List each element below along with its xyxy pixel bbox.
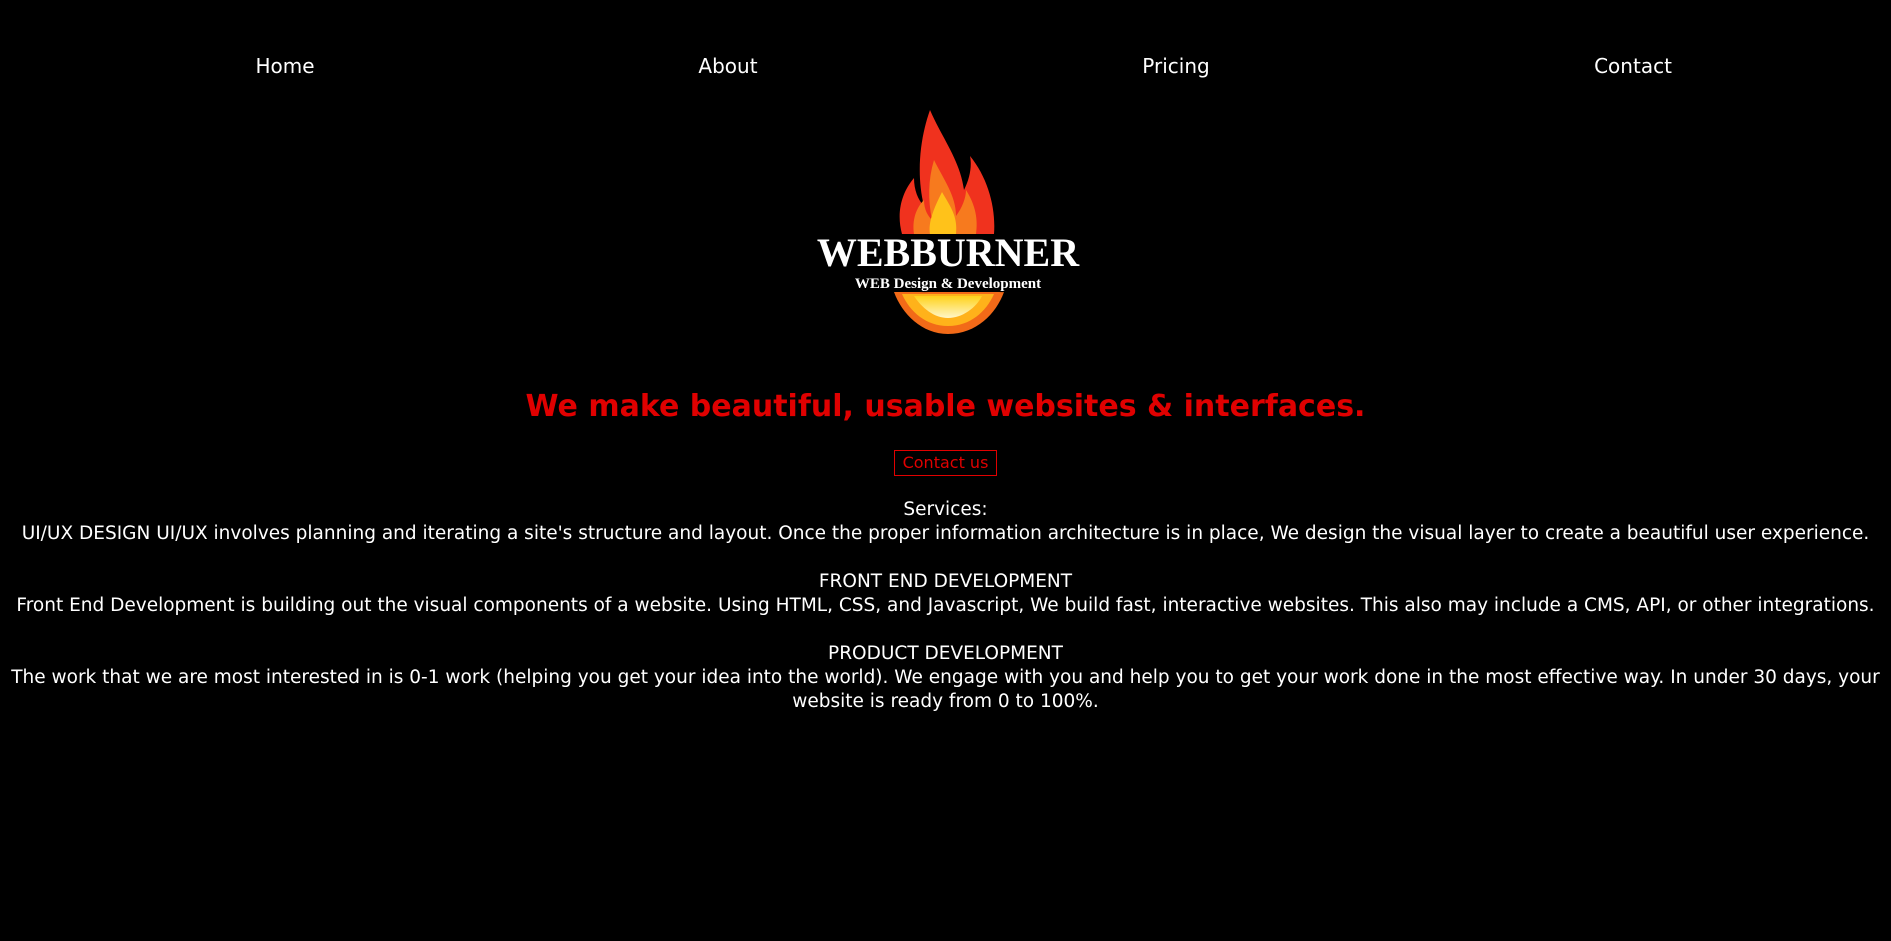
- hero-headline: We make beautiful, usable websites & int…: [525, 389, 1366, 424]
- service-title: UI/UX DESIGN: [21, 523, 151, 544]
- service-title: PRODUCT DEVELOPMENT: [828, 643, 1063, 664]
- service-description: The work that we are most interested in …: [11, 667, 1880, 712]
- contact-us-button[interactable]: Contact us: [893, 450, 998, 476]
- services-heading: Services:: [903, 499, 988, 520]
- service-item: UI/UX DESIGN UI/UX involves planning and…: [8, 522, 1883, 546]
- services-section: Services: UI/UX DESIGN UI/UX involves pl…: [8, 498, 1883, 714]
- webburner-logo: WEBBURNER WEB Design & Development: [810, 108, 1086, 336]
- nav-pricing-link[interactable]: Pricing: [1142, 52, 1209, 80]
- nav-home-link[interactable]: Home: [255, 52, 314, 80]
- service-description: Front End Development is building out th…: [16, 595, 1875, 616]
- flame-icon: [894, 110, 1004, 334]
- service-description: UI/UX involves planning and iterating a …: [156, 523, 1870, 544]
- service-title: FRONT END DEVELOPMENT: [818, 571, 1073, 592]
- logo-tagline: WEB Design & Development: [854, 276, 1042, 292]
- logo-wordmark: WEBBURNER: [816, 230, 1080, 275]
- main-nav: Home About Pricing Contact: [0, 52, 1891, 80]
- nav-about-link[interactable]: About: [698, 52, 757, 80]
- nav-contact-link[interactable]: Contact: [1594, 52, 1672, 80]
- cta-container: Contact us: [0, 450, 1891, 476]
